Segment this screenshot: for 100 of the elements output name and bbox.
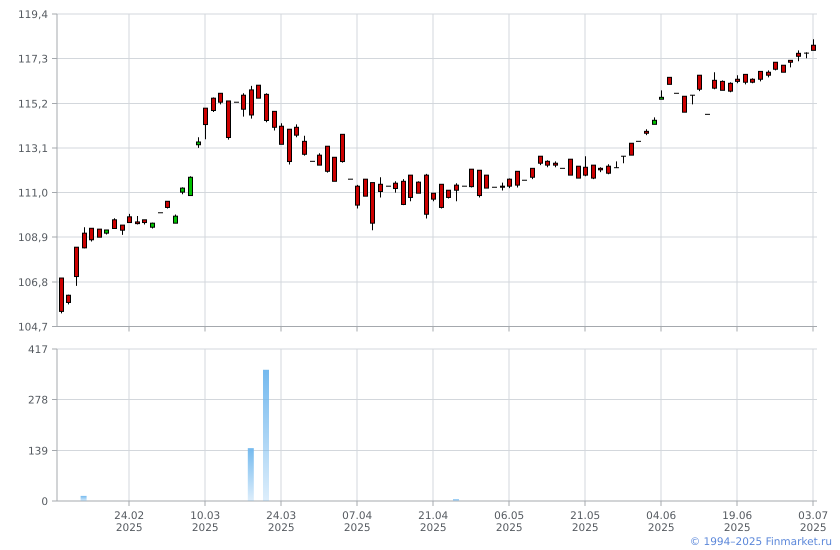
candle (750, 78, 755, 84)
candle (340, 134, 345, 164)
candle (127, 213, 132, 224)
candle (720, 80, 725, 91)
candle (287, 128, 292, 165)
candle (568, 158, 573, 176)
candle (682, 96, 687, 113)
axis-label: 111,0 (18, 188, 48, 200)
candle (766, 70, 771, 78)
candle (226, 100, 231, 140)
candle (644, 128, 649, 136)
axis-label: 119,4 (18, 9, 48, 21)
candle (104, 229, 109, 235)
candle (781, 64, 786, 73)
candle (355, 184, 360, 210)
candle (629, 142, 634, 156)
axis-label: 24.02 2025 (114, 510, 144, 534)
candle (424, 173, 429, 219)
axis-label: 117,3 (18, 54, 48, 66)
candle (538, 156, 543, 166)
axis-label: 19.06 2025 (722, 510, 752, 534)
candle (325, 146, 330, 174)
candle (317, 152, 322, 166)
axis-label: 03.07 2025 (798, 510, 828, 534)
candle (264, 92, 269, 123)
candle (294, 124, 299, 138)
volume-bar (80, 496, 87, 501)
candle (484, 174, 489, 189)
candle (416, 180, 421, 194)
candle (788, 60, 793, 68)
candle (363, 178, 368, 197)
candle (530, 168, 535, 180)
candle (773, 62, 778, 71)
candle (74, 246, 79, 286)
candle (59, 278, 64, 314)
candle (97, 228, 102, 238)
candle (393, 180, 398, 194)
candle (477, 170, 482, 198)
axis-label: 06.05 2025 (494, 510, 524, 534)
candle (507, 178, 512, 189)
axis-label: 07.04 2025 (342, 510, 372, 534)
axis-label: 108,9 (18, 232, 48, 244)
axis-label: 21.05 2025 (570, 510, 600, 534)
candle (218, 92, 223, 105)
candle (112, 218, 117, 229)
candle (89, 228, 94, 242)
candle (515, 170, 520, 188)
candle (811, 38, 816, 51)
candle (728, 82, 733, 93)
axis-label: 104,7 (18, 322, 48, 334)
candle (256, 84, 261, 99)
candle (758, 70, 763, 82)
candle (735, 74, 740, 84)
candle (241, 92, 246, 118)
axis-label: 106,8 (18, 276, 48, 289)
candle (667, 76, 672, 85)
candle (120, 224, 125, 236)
candle (591, 164, 596, 180)
candle (82, 226, 87, 249)
candle (370, 182, 375, 231)
candle (712, 72, 717, 90)
axis-label: 113,1 (18, 142, 48, 155)
candle (173, 214, 178, 224)
candle (180, 186, 185, 195)
axis-label: 0 (41, 496, 48, 508)
axis-label: 115,2 (18, 98, 48, 110)
candle (279, 122, 284, 145)
candle (150, 222, 155, 229)
candle (211, 96, 216, 112)
candle (188, 176, 193, 196)
candle (690, 94, 696, 105)
axis-label: 278 (28, 394, 48, 407)
candle (196, 136, 201, 148)
candle (66, 294, 71, 305)
candle (697, 74, 702, 92)
candle (249, 85, 254, 120)
candle (652, 116, 657, 125)
candle (545, 160, 550, 168)
candle (598, 166, 603, 173)
candle (203, 108, 208, 140)
candle (165, 200, 170, 210)
candle (553, 160, 558, 168)
candle (302, 135, 307, 156)
candle (439, 184, 444, 210)
candle (500, 182, 505, 191)
axis-label: 417 (28, 344, 48, 356)
candle (378, 176, 383, 198)
candle (796, 50, 801, 62)
axis-label: 10.03 2025 (190, 510, 220, 534)
candle (606, 164, 611, 175)
volume-bar (248, 448, 254, 501)
candle (469, 168, 474, 188)
candle (583, 156, 588, 177)
copyright-text: © 1994–2025 Finmarket.ru (690, 535, 832, 550)
candle (135, 215, 140, 225)
candle (401, 178, 406, 206)
candle (408, 174, 413, 202)
candle (332, 156, 337, 182)
candle (743, 74, 748, 85)
axis-label: 139 (28, 445, 48, 458)
